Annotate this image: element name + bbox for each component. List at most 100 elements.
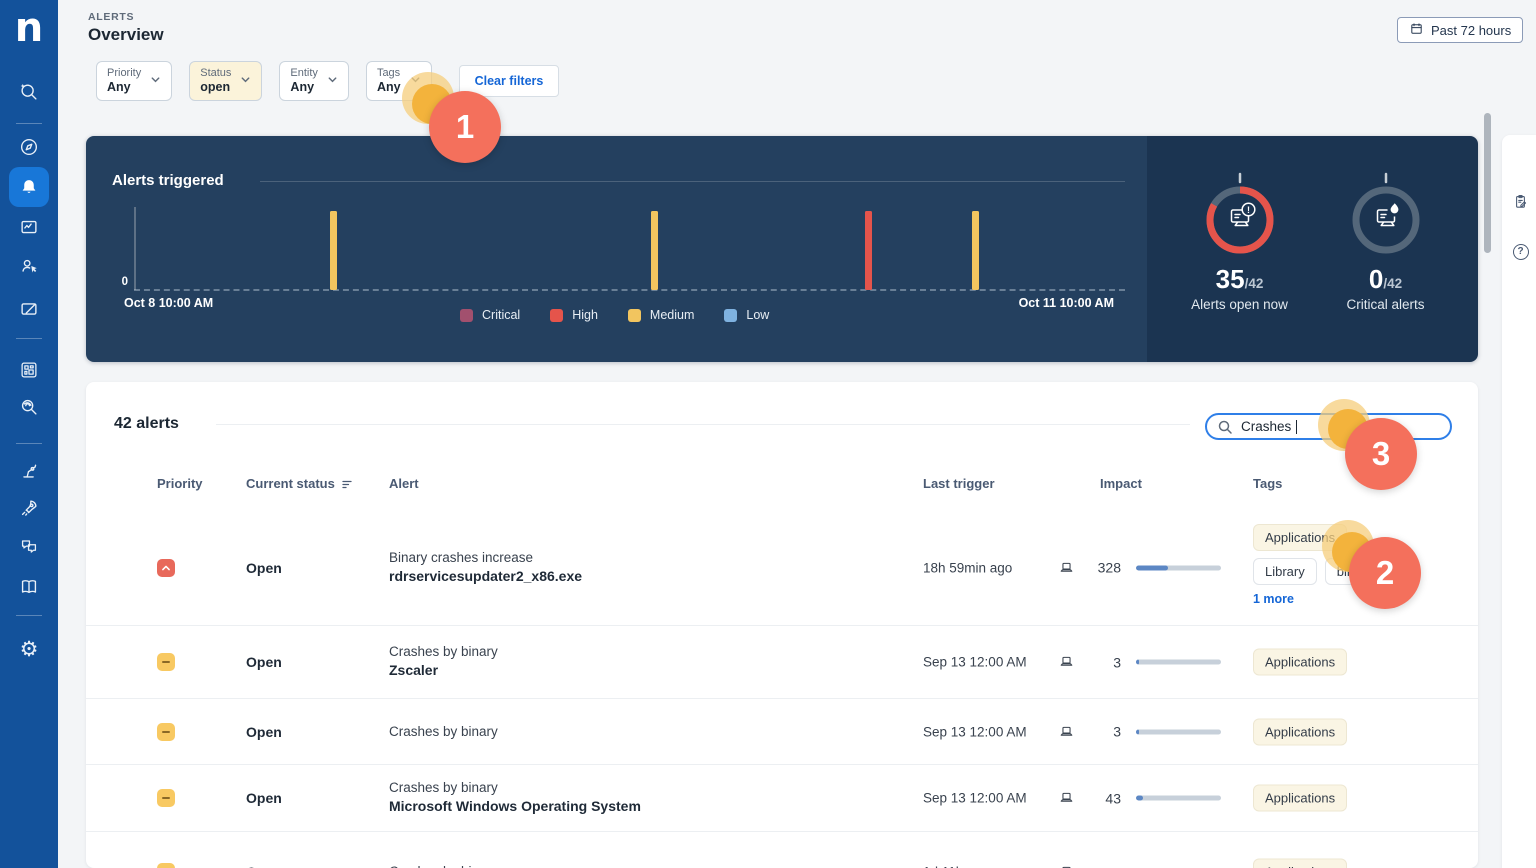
vertical-scrollbar[interactable] — [1484, 113, 1491, 253]
table-row[interactable]: Open Binary crashes increase rdrservices… — [86, 510, 1478, 626]
tags-cell: Applications — [1253, 718, 1348, 745]
priority-medium-icon — [157, 789, 175, 807]
sidebar: n ⚙ — [0, 0, 58, 868]
column-header-status[interactable]: Current status — [246, 476, 353, 491]
investigate-magnifier-icon[interactable] — [9, 387, 49, 427]
legend-item-medium: Medium — [627, 308, 694, 322]
chevron-down-icon — [240, 72, 251, 94]
laptop-icon — [1058, 790, 1075, 807]
nexthink-logo[interactable]: n — [0, 4, 58, 52]
table-row[interactable]: Open Crashes by binary Sep 13 12:00 AM 3… — [86, 699, 1478, 765]
alerts-list-card: 42 alerts Priority Current status Alert … — [86, 382, 1478, 868]
survey-window-icon[interactable] — [9, 289, 49, 329]
apps-grid-icon[interactable] — [9, 350, 49, 390]
legend-swatch — [460, 308, 473, 322]
laptop-icon — [1058, 654, 1075, 671]
legend-swatch — [627, 308, 641, 322]
tag-chip[interactable]: Applications — [1253, 858, 1348, 868]
gear-icon[interactable]: ⚙ — [9, 629, 49, 669]
impact-cell: 3 — [1058, 654, 1221, 671]
status-cell: Open — [246, 790, 282, 806]
search-sparkle-icon[interactable] — [9, 72, 49, 112]
filter-value: open — [200, 80, 231, 94]
impact-progress — [1136, 659, 1221, 665]
sidebar-divider — [16, 615, 42, 616]
impact-cell: 328 — [1058, 559, 1221, 576]
status-cell: Open — [246, 723, 282, 740]
chat-bubbles-icon[interactable] — [9, 527, 49, 567]
column-header-alert[interactable]: Alert — [389, 476, 419, 491]
status-cell: Open — [246, 864, 282, 868]
svg-text:!: ! — [1247, 205, 1250, 215]
table-row[interactable]: Open Crashes by binary Zscaler Sep 13 12… — [86, 626, 1478, 699]
donut-ring-open: ! — [1206, 172, 1273, 254]
dashboards-icon[interactable] — [9, 207, 49, 247]
laptop-icon — [1058, 723, 1075, 740]
impact-progress — [1136, 565, 1221, 570]
donut-ring-critical — [1352, 172, 1419, 254]
alert-cell: Binary crashes increase rdrservicesupdat… — [389, 549, 583, 584]
tag-chip[interactable]: Applications — [1253, 648, 1348, 676]
impact-cell: 43 — [1058, 790, 1221, 807]
priority-medium-icon — [157, 722, 175, 741]
status-cell: Open — [246, 559, 282, 576]
sidebar-divider — [16, 443, 42, 444]
breadcrumb-eyebrow: ALERTS — [88, 11, 135, 23]
alerts-bell-icon[interactable] — [9, 167, 49, 207]
right-toolbar: ? — [1502, 135, 1536, 868]
more-tags-link[interactable]: 1 more — [1253, 592, 1294, 606]
filter-status[interactable]: Status open — [189, 61, 263, 101]
y-axis-zero-label: 0 — [121, 276, 128, 288]
alert-cell: Crashes by binary — [389, 723, 498, 739]
filter-priority[interactable]: Priority Any — [96, 61, 173, 101]
alert-bar-medium — [972, 211, 980, 290]
stat-value: 0/42 — [1368, 264, 1403, 294]
experience-user-icon[interactable] — [9, 246, 49, 286]
tags-cell: Applications — [1253, 784, 1348, 812]
alerts-overview-screen: n ⚙ ALERTS Overview Past 72 hours Priori… — [0, 0, 1536, 868]
stat-alerts-open: ! 35/42 Alerts open now — [1170, 172, 1310, 362]
chevron-down-icon — [327, 72, 338, 94]
search-icon — [1217, 419, 1233, 435]
filter-label: Tags — [376, 67, 401, 79]
tags-cell: Applications — [1253, 648, 1348, 676]
filter-value: Any — [107, 80, 131, 94]
priority-medium-icon — [157, 863, 175, 868]
priority-high-icon — [157, 558, 175, 577]
alert-cell: Crashes by binary — [389, 863, 498, 868]
help-icon[interactable]: ? — [1512, 243, 1529, 260]
table-row[interactable]: Open Crashes by binary 1d 11h ago 12 App… — [86, 832, 1478, 868]
sort-icon — [341, 478, 353, 490]
legend-item-critical: Critical — [460, 308, 520, 322]
table-row[interactable]: Open Crashes by binary Microsoft Windows… — [86, 765, 1478, 832]
filter-entity[interactable]: Entity Any — [279, 61, 349, 101]
annotation-badge-2: 2 — [1349, 537, 1421, 609]
page-title: Overview — [88, 25, 164, 44]
calendar-icon — [1409, 21, 1424, 39]
last-trigger-cell: Sep 13 12:00 AM — [923, 654, 1027, 670]
column-header-priority[interactable]: Priority — [157, 476, 203, 491]
tag-chip[interactable]: Applications — [1253, 718, 1348, 745]
alert-cell: Crashes by binary Zscaler — [389, 644, 498, 679]
time-range-label: Past 72 hours — [1431, 22, 1512, 38]
legend-item-low: Low — [724, 308, 769, 322]
alert-bar-high — [865, 211, 873, 290]
column-header-impact[interactable]: Impact — [1100, 476, 1142, 491]
remote-action-arm-icon[interactable] — [9, 450, 49, 490]
stat-label: Critical alerts — [1346, 297, 1425, 312]
time-range-button[interactable]: Past 72 hours — [1397, 17, 1524, 43]
column-header-last-trigger[interactable]: Last trigger — [923, 476, 995, 491]
laptop-icon — [1058, 559, 1075, 576]
column-header-tags[interactable]: Tags — [1253, 476, 1282, 491]
compass-icon[interactable] — [9, 127, 49, 167]
tag-chip[interactable]: Applications — [1253, 784, 1348, 812]
rocket-icon[interactable] — [9, 488, 49, 528]
impact-cell: 3 — [1058, 723, 1221, 740]
notes-edit-icon[interactable] — [1512, 193, 1529, 210]
library-book-icon[interactable] — [9, 567, 49, 607]
tag-chip[interactable]: Library — [1253, 558, 1317, 585]
alert-bar-medium — [651, 211, 659, 290]
legend-swatch — [724, 308, 738, 322]
panel-title: Alerts triggered — [112, 172, 224, 189]
filter-bar: Priority Any Status open Entity Any Tags… — [96, 61, 560, 101]
